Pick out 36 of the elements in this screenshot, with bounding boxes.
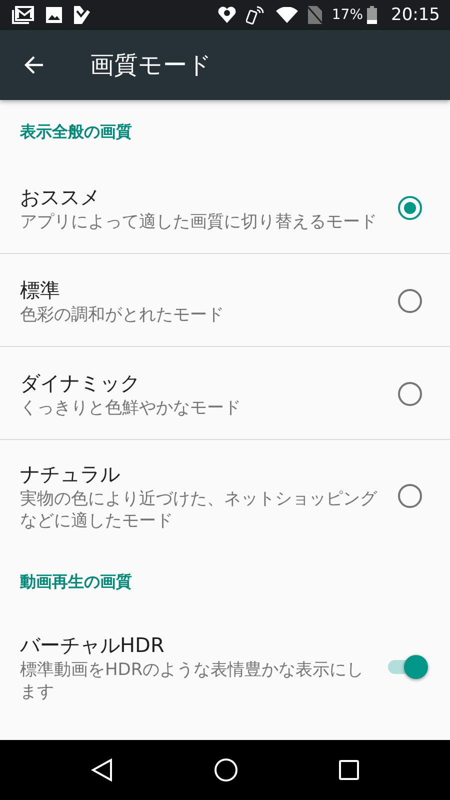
clock: 20:15 bbox=[391, 5, 440, 25]
radio-button[interactable] bbox=[398, 289, 422, 313]
wifi-icon bbox=[276, 7, 298, 23]
setting-item[interactable]: おススメ アプリによって適した画質に切り替えるモード bbox=[0, 161, 450, 254]
setting-title: 標準 bbox=[20, 277, 61, 304]
section-header: 表示全般の画質 bbox=[19, 121, 133, 143]
image-icon bbox=[46, 7, 62, 23]
setting-title: ナチュラル bbox=[20, 461, 121, 488]
setting-title: おススメ bbox=[20, 184, 101, 211]
section-header: 動画再生の画質 bbox=[19, 571, 133, 593]
setting-summary: 実物の色により近づけた、ネットショッピングなどに適したモード bbox=[20, 488, 378, 532]
setting-summary: アプリによって適した画質に切り替えるモード bbox=[20, 211, 378, 233]
setting-item[interactable]: ダイナミック くっきりと色鮮やかなモード bbox=[0, 347, 450, 440]
checkmark-icon bbox=[74, 6, 90, 24]
radio-button[interactable] bbox=[398, 382, 422, 406]
phone-signal-icon bbox=[246, 5, 266, 25]
setting-title: ダイナミック bbox=[20, 370, 141, 397]
home-nav-icon[interactable] bbox=[214, 758, 238, 782]
radio-button[interactable] bbox=[398, 196, 422, 220]
no-sim-icon bbox=[308, 6, 322, 24]
back-nav-icon[interactable] bbox=[90, 758, 113, 782]
radio-button[interactable] bbox=[398, 484, 422, 508]
back-arrow-icon bbox=[24, 55, 44, 75]
setting-title: バーチャルHDR bbox=[20, 632, 166, 659]
heart-icon bbox=[218, 6, 236, 24]
setting-item[interactable]: 標準 色彩の調和がとれたモード bbox=[0, 254, 450, 347]
screen-title: 画質モード bbox=[90, 50, 212, 81]
mail-icon bbox=[12, 6, 34, 24]
battery-icon bbox=[367, 6, 377, 24]
setting-summary: 色彩の調和がとれたモード bbox=[20, 304, 225, 326]
setting-item[interactable]: バーチャルHDR 標準動画をHDRのような表情豊かな表示にします bbox=[0, 611, 450, 721]
setting-summary: 標準動画をHDRのような表情豊かな表示にします bbox=[20, 659, 365, 703]
recents-nav-icon[interactable] bbox=[339, 760, 360, 780]
battery-percent: 17% bbox=[332, 7, 363, 23]
setting-summary: くっきりと色鮮やかなモード bbox=[20, 397, 242, 419]
setting-item[interactable]: ナチュラル 実物の色により近づけた、ネットショッピングなどに適したモード bbox=[0, 440, 450, 550]
